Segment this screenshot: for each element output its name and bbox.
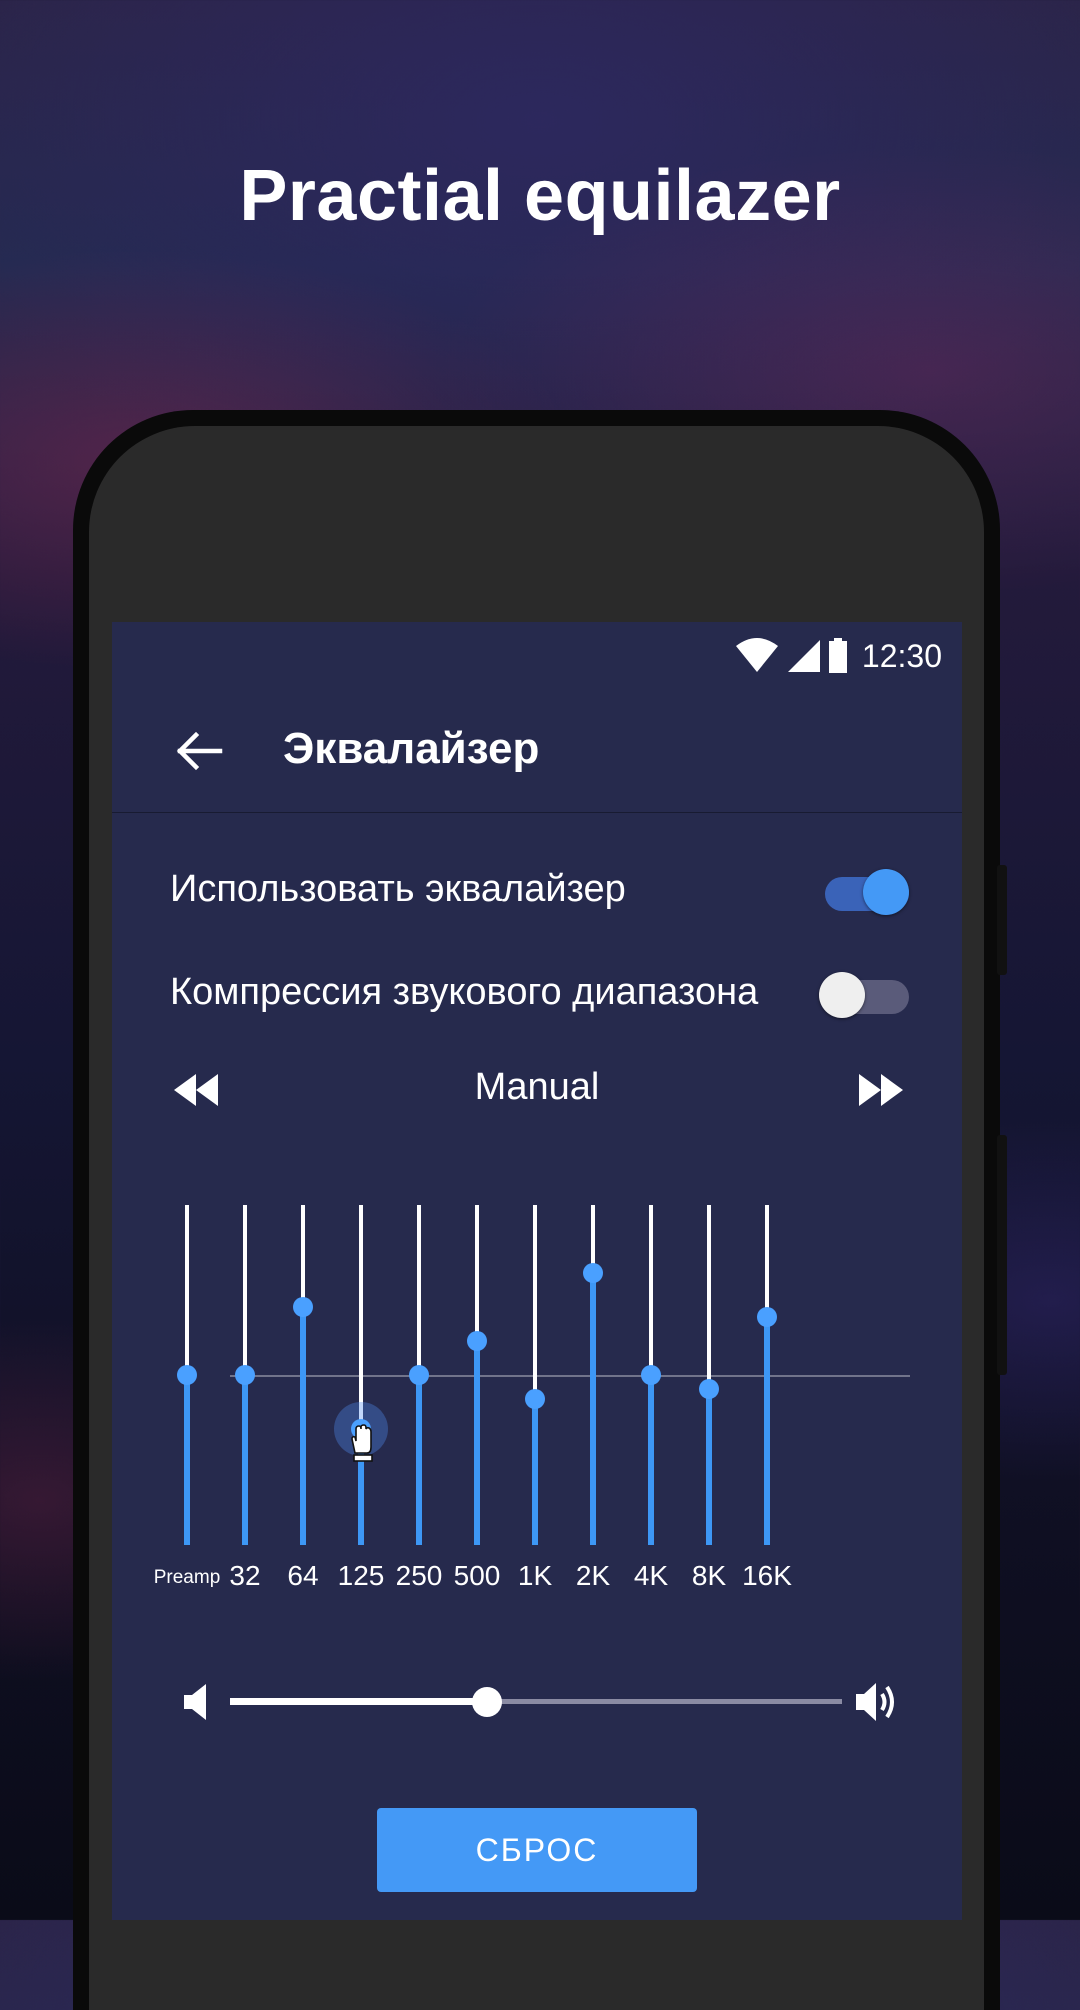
toggle-knob: [863, 869, 909, 915]
volume-control: [112, 1655, 962, 1745]
phone-side-button: [997, 865, 1007, 975]
eq-band-fill: [242, 1375, 248, 1545]
eq-band-track: [475, 1205, 479, 1341]
eq-band-track: [301, 1205, 305, 1307]
eq-band-fill: [474, 1341, 480, 1545]
toggle-knob: [819, 972, 865, 1018]
eq-band-16k[interactable]: 16K: [732, 1195, 802, 1615]
hand-cursor-icon: [351, 1424, 373, 1463]
volume-fill: [230, 1698, 488, 1705]
compression-toggle[interactable]: [819, 968, 909, 1018]
eq-band-thumb[interactable]: [177, 1365, 197, 1385]
volume-thumb[interactable]: [472, 1687, 503, 1717]
eq-band-fill: [706, 1388, 712, 1545]
next-preset-icon[interactable]: [855, 1070, 907, 1110]
status-bar: 12:30: [112, 622, 962, 690]
eq-band-fill: [648, 1375, 654, 1545]
status-time: 12:30: [861, 638, 942, 674]
battery-icon: [829, 638, 847, 673]
eq-band-thumb[interactable]: [525, 1388, 545, 1409]
preset-selector: Manual: [112, 1052, 962, 1132]
eq-band-track: [359, 1205, 363, 1430]
reset-button[interactable]: СБРОС: [377, 1808, 697, 1892]
wifi-icon: [736, 638, 778, 672]
eq-band-track: [707, 1205, 711, 1389]
compression-label: Компрессия звукового диапазона: [170, 971, 759, 1013]
page-title: Эквалайзер: [283, 724, 540, 773]
eq-band-fill: [300, 1307, 306, 1545]
eq-band-track: [185, 1205, 189, 1375]
eq-band-track: [649, 1205, 653, 1375]
phone-side-button: [997, 1135, 1007, 1375]
eq-band-track: [533, 1205, 537, 1399]
back-arrow-icon[interactable]: [172, 723, 228, 779]
app-bar: Эквалайзер: [112, 690, 962, 813]
eq-band-thumb[interactable]: [467, 1331, 487, 1351]
volume-high-icon: [856, 1683, 894, 1721]
app-screen: 12:30 Эквалайзер Использовать эквалайзер…: [112, 622, 962, 1920]
eq-band-thumb[interactable]: [293, 1297, 313, 1317]
eq-band-fill: [184, 1375, 190, 1545]
use-equalizer-toggle[interactable]: [819, 865, 909, 915]
eq-band-track: [765, 1205, 769, 1318]
eq-band-thumb[interactable]: [583, 1263, 603, 1283]
eq-band-thumb[interactable]: [409, 1365, 429, 1385]
volume-low-icon: [184, 1684, 206, 1720]
eq-band-thumb[interactable]: [235, 1365, 255, 1385]
eq-band-fill: [590, 1273, 596, 1545]
eq-band-thumb[interactable]: [699, 1378, 719, 1399]
eq-band-fill: [532, 1398, 538, 1545]
signal-icon: [788, 640, 820, 672]
eq-band-fill: [764, 1317, 770, 1545]
equalizer-bands: Preamp 32 64 125 250 500 1K 2K 4K 8K 16K: [112, 1195, 962, 1625]
eq-band-label: 16K: [742, 1560, 792, 1591]
eq-band-fill: [416, 1375, 422, 1545]
use-equalizer-label: Использовать эквалайзер: [170, 868, 626, 910]
eq-band-track: [417, 1205, 421, 1375]
preset-name: Manual: [474, 1066, 600, 1108]
eq-band-thumb[interactable]: [641, 1365, 661, 1385]
eq-band-track: [243, 1205, 247, 1375]
headline: Practial equilazer: [239, 156, 841, 236]
eq-band-thumb[interactable]: [757, 1307, 777, 1328]
